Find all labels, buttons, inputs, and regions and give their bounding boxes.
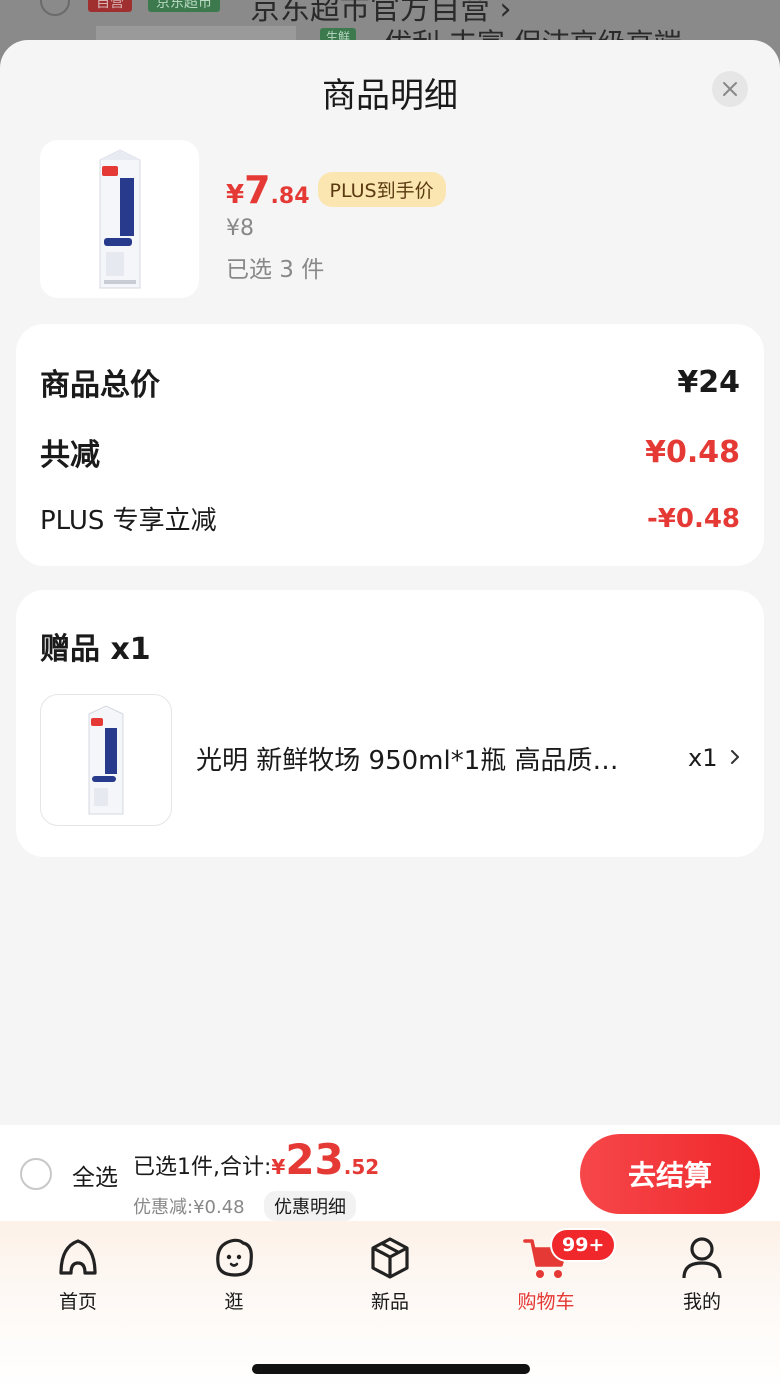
sheet-title: 商品明细 <box>322 76 458 116</box>
tab-label: 我的 <box>682 1291 721 1313</box>
product-summary: ¥ 7 .84 PLUS到手价 ¥8 已选 3 件 <box>40 140 740 300</box>
close-button[interactable] <box>712 71 748 107</box>
plus-discount-value: -¥0.48 <box>646 503 740 534</box>
background-self-tag: 自营 <box>88 0 132 12</box>
total-decimal: .52 <box>343 1155 380 1179</box>
select-all-checkbox[interactable] <box>20 1158 52 1190</box>
background-express-tag: 京东超市 <box>148 0 220 12</box>
tab-label: 新品 <box>370 1291 409 1313</box>
tab-explore[interactable]: 逛 <box>184 1233 284 1323</box>
milk-carton-icon <box>99 149 140 289</box>
gift-quantity: x1 <box>688 744 718 772</box>
total-price-label: 商品总价 <box>40 368 160 403</box>
tab-new[interactable]: 新品 <box>340 1233 440 1323</box>
checkout-button[interactable]: 去结算 <box>580 1134 760 1214</box>
gift-title: 赠品 x1 <box>40 632 151 667</box>
price-row: ¥ 7 .84 PLUS到手价 <box>226 168 446 213</box>
background-radio <box>40 0 70 16</box>
discount-label: 共减 <box>40 438 100 473</box>
user-icon <box>682 1237 722 1279</box>
tab-label: 购物车 <box>517 1291 575 1313</box>
discount-detail-button[interactable]: 优惠明细 <box>264 1191 356 1221</box>
select-all-label[interactable]: 全选 <box>72 1158 118 1192</box>
gift-image[interactable] <box>40 694 172 826</box>
tab-home[interactable]: 首页 <box>28 1233 128 1323</box>
tab-label: 逛 <box>224 1291 244 1313</box>
gift-card: 赠品 x1 光明 新鲜牧场 950ml*1瓶 高品质牛奶 x1 <box>16 590 764 857</box>
total-price-row: 商品总价 ¥24 <box>40 360 740 404</box>
total-price-value: ¥24 <box>677 364 740 400</box>
chevron-right-icon[interactable] <box>728 748 742 766</box>
milk-carton-icon <box>88 705 124 815</box>
total-summary: 已选1件,合计: ¥ 23 .52 <box>133 1139 379 1181</box>
gift-name[interactable]: 光明 新鲜牧场 950ml*1瓶 高品质牛奶 <box>196 740 626 777</box>
summary-text: 已选1件,合计: <box>133 1155 272 1180</box>
selected-count: 已选 3 件 <box>226 257 325 283</box>
checkout-bar: 全选 已选1件,合计: ¥ 23 .52 优惠减:¥0.48 优惠明细 去结算 <box>0 1125 780 1221</box>
plus-discount-label: PLUS 专享立减 <box>40 506 217 536</box>
close-icon <box>723 82 737 96</box>
tab-label: 首页 <box>58 1291 97 1313</box>
total-currency: ¥ <box>271 1155 286 1179</box>
price-breakdown-card: 商品总价 ¥24 共减 ¥0.48 PLUS 专享立减 -¥0.48 <box>16 324 764 566</box>
box-icon <box>371 1237 409 1279</box>
price-currency: ¥ <box>226 180 245 210</box>
original-price: ¥8 <box>226 216 254 241</box>
home-indicator[interactable] <box>252 1364 530 1374</box>
discount-value: ¥0.48 <box>645 434 740 470</box>
price-decimal: .84 <box>270 184 310 209</box>
discount-summary: 优惠减:¥0.48 <box>133 1197 245 1218</box>
product-image[interactable] <box>40 140 199 298</box>
plus-discount-row: PLUS 专享立减 -¥0.48 <box>40 500 740 537</box>
price-integer: 7 <box>244 168 271 212</box>
discount-row: 共减 ¥0.48 <box>40 430 740 474</box>
plus-price-tag: PLUS到手价 <box>317 172 446 207</box>
tab-profile[interactable]: 我的 <box>652 1233 752 1323</box>
product-detail-sheet: 商品明细 ¥ 7 .84 PLUS到手价 ¥8 已选 3 件 商品总价 ¥24 … <box>0 40 780 1125</box>
home-icon <box>59 1239 97 1275</box>
cart-count-badge: 99+ <box>550 1228 617 1262</box>
explore-icon <box>216 1238 253 1277</box>
total-integer: 23 <box>285 1135 344 1184</box>
